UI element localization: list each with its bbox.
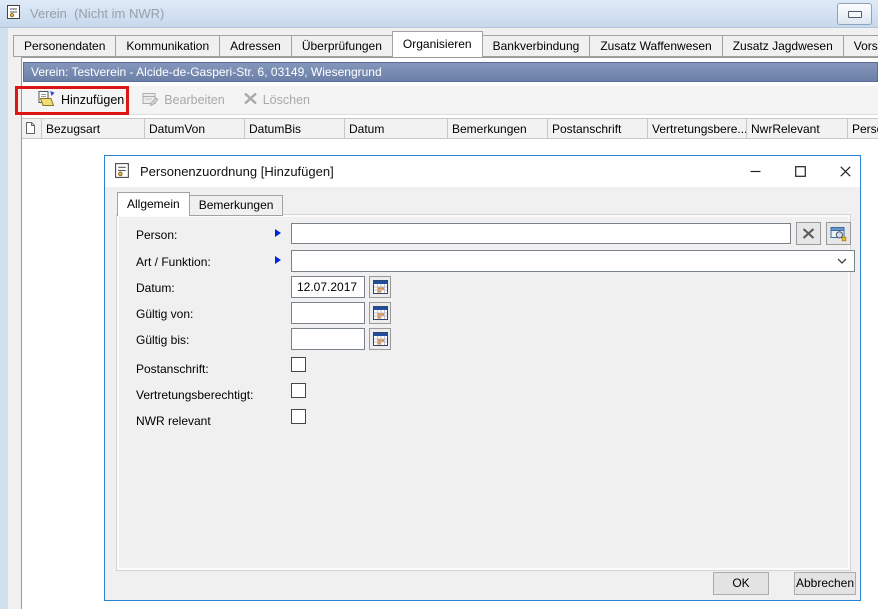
search-window-icon: [830, 226, 847, 242]
close-icon: [840, 166, 851, 177]
postanschrift-checkbox[interactable]: [291, 357, 306, 372]
ok-button[interactable]: OK: [713, 572, 769, 595]
calendar-icon: [373, 332, 388, 346]
minimize-icon: [848, 11, 862, 18]
tab-vorstand[interactable]: Vorstand: [843, 35, 878, 57]
dialog-minimize-button[interactable]: [740, 156, 770, 187]
tab-adressen[interactable]: Adressen: [219, 35, 292, 57]
dialog-titlebar: Personenzuordnung [Hinzufügen]: [105, 156, 860, 187]
grid-header-postanschrift[interactable]: Postanschrift: [548, 119, 648, 138]
calendar-icon: [373, 306, 388, 320]
dialog-close-button[interactable]: [830, 156, 860, 187]
person-clear-button[interactable]: [796, 222, 821, 245]
minimize-icon: [750, 166, 761, 177]
tab-kommunikation[interactable]: Kommunikation: [115, 35, 220, 57]
grid-header-datumbis[interactable]: DatumBis: [245, 119, 345, 138]
grid-header-vertretungsberechtigt[interactable]: Vertretungsbere...: [648, 119, 747, 138]
art-funktion-combobox[interactable]: [291, 250, 855, 272]
maximize-icon: [795, 166, 806, 177]
vertretungsberechtigt-checkbox[interactable]: [291, 383, 306, 398]
screen: Verein (Nicht im NWR) Personendaten Komm…: [0, 0, 878, 609]
gueltig-bis-input[interactable]: [291, 328, 365, 350]
grid-header-person[interactable]: Person: [848, 119, 878, 138]
grid-header-bemerkungen[interactable]: Bemerkungen: [448, 119, 548, 138]
dialog-maximize-button[interactable]: [785, 156, 815, 187]
page-icon: [25, 124, 36, 138]
dialog-tab-allgemein[interactable]: Allgemein: [117, 192, 190, 216]
grid-header-datum[interactable]: Datum: [345, 119, 448, 138]
clear-x-icon: [802, 228, 815, 239]
add-button-label: Hinzufügen: [61, 93, 124, 107]
dialog-tab-page-allgemein: Person: Art / Funktion: Datum:: [117, 215, 850, 570]
calendar-icon: [373, 280, 388, 294]
grid-header-datumvon[interactable]: DatumVon: [145, 119, 245, 138]
datum-input[interactable]: [291, 276, 365, 298]
nwr-relevant-checkbox[interactable]: [291, 409, 306, 424]
art-funktion-label: Art / Funktion:: [136, 255, 211, 269]
dialog-tabstrip: Allgemein Bemerkungen: [117, 192, 282, 216]
required-marker-icon: [275, 256, 281, 264]
delete-button[interactable]: Löschen: [234, 86, 319, 114]
form-icon: [114, 162, 131, 182]
toolbar: Hinzufügen Bearbeiten: [22, 86, 878, 115]
datum-label: Datum:: [136, 281, 175, 295]
window-minimize-button[interactable]: [837, 3, 872, 25]
gueltig-von-calendar-button[interactable]: [369, 302, 391, 324]
gueltig-von-input[interactable]: [291, 302, 365, 324]
add-record-icon: [38, 90, 56, 110]
gueltig-bis-calendar-button[interactable]: [369, 328, 391, 350]
person-search-button[interactable]: [826, 222, 851, 245]
gueltig-von-label: Gültig von:: [136, 307, 193, 321]
datum-calendar-button[interactable]: [369, 276, 391, 298]
postanschrift-label: Postanschrift:: [136, 362, 209, 376]
required-marker-icon: [275, 229, 281, 237]
tab-bankverbindung[interactable]: Bankverbindung: [482, 35, 591, 57]
tab-personendaten[interactable]: Personendaten: [13, 35, 116, 57]
dialog-tab-bemerkungen[interactable]: Bemerkungen: [189, 195, 284, 216]
main-tabstrip: Personendaten Kommunikation Adressen Übe…: [13, 31, 878, 57]
person-input[interactable]: [291, 223, 791, 244]
record-info-bar: Verein: Testverein - Alcide-de-Gasperi-S…: [23, 62, 878, 82]
window-title: Verein (Nicht im NWR): [30, 6, 164, 21]
grid-header-bezugsart[interactable]: Bezugsart: [42, 119, 145, 138]
add-button[interactable]: Hinzufügen: [29, 86, 133, 114]
edit-button[interactable]: Bearbeiten: [133, 86, 233, 114]
person-label: Person:: [136, 228, 177, 242]
grid-header-row: Bezugsart DatumVon DatumBis Datum Bemerk…: [22, 118, 878, 139]
tab-ueberpruefungen[interactable]: Überprüfungen: [291, 35, 393, 57]
form-icon: [6, 4, 22, 23]
tab-zusatz-waffenwesen[interactable]: Zusatz Waffenwesen: [589, 35, 722, 57]
dialog-title: Personenzuordnung [Hinzufügen]: [140, 164, 334, 179]
cancel-button[interactable]: Abbrechen: [794, 572, 856, 595]
nwr-relevant-label: NWR relevant: [136, 414, 211, 428]
delete-x-icon: [243, 92, 258, 108]
gueltig-bis-label: Gültig bis:: [136, 333, 189, 347]
chevron-down-icon: [837, 258, 847, 264]
vertretungsberechtigt-label: Vertretungsberechtigt:: [136, 388, 253, 402]
delete-button-label: Löschen: [263, 93, 310, 107]
tab-zusatz-jagdwesen[interactable]: Zusatz Jagdwesen: [722, 35, 844, 57]
tab-organisieren[interactable]: Organisieren: [392, 31, 483, 57]
main-titlebar: Verein (Nicht im NWR): [0, 0, 878, 28]
edit-button-label: Bearbeiten: [164, 93, 224, 107]
dialog-window-controls: [740, 156, 860, 187]
grid-header-record-icon-cell[interactable]: [22, 119, 42, 138]
edit-record-icon: [142, 91, 159, 109]
grid-header-nwrrelevant[interactable]: NwrRelevant: [747, 119, 848, 138]
personenzuordnung-dialog: Personenzuordnung [Hinzufügen] Allgemein…: [104, 155, 861, 601]
